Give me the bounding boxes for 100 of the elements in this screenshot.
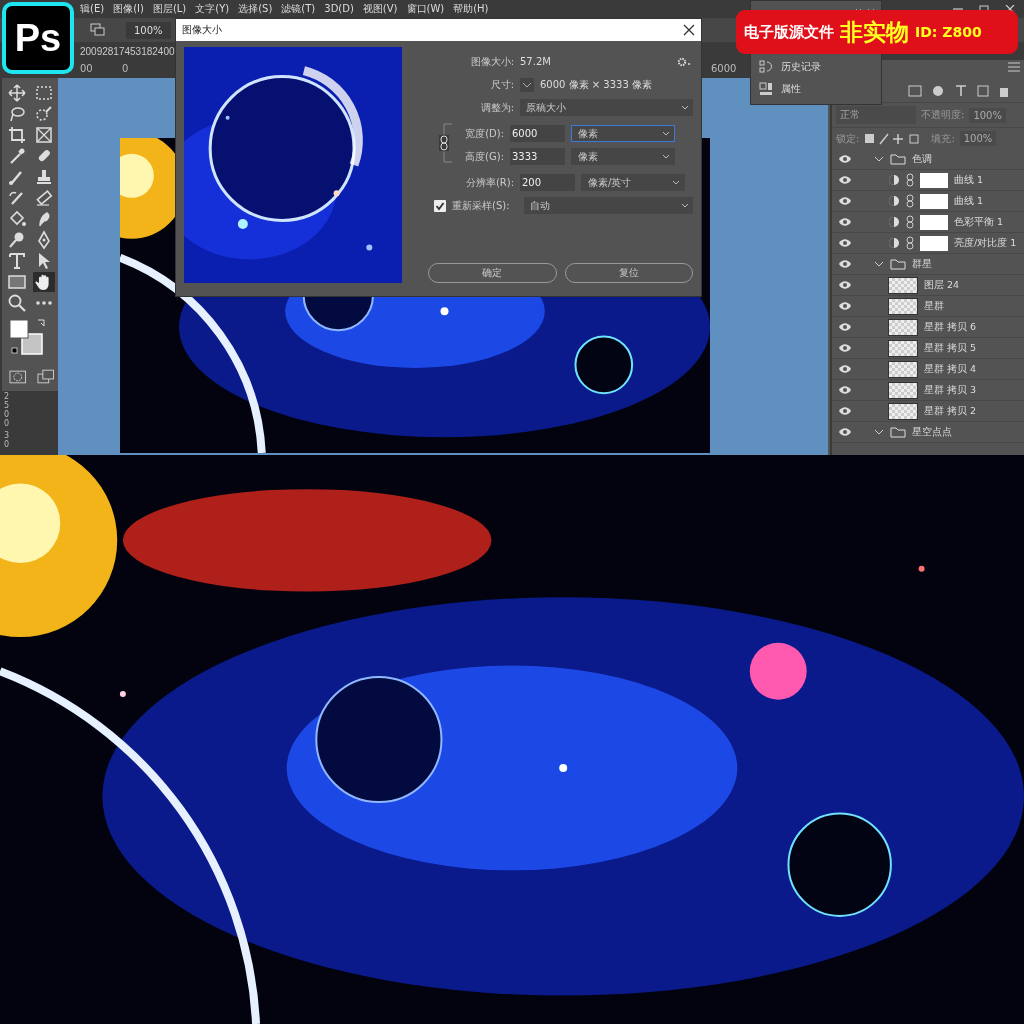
input-field[interactable]: 6000: [510, 125, 565, 142]
document-tab[interactable]: 20092817453182400: [80, 45, 175, 57]
layer-row[interactable]: 色彩平衡 1: [832, 212, 1024, 233]
eye-icon[interactable]: [838, 175, 852, 185]
menu-item[interactable]: 图像(I): [113, 3, 144, 15]
layer-row[interactable]: 星群 拷贝 6: [832, 317, 1024, 338]
menu-item[interactable]: 选择(S): [238, 3, 273, 15]
move-icon[interactable]: [6, 83, 28, 103]
layer-name: 群星: [912, 257, 932, 271]
blend-mode-dropdown[interactable]: 正常: [836, 106, 916, 124]
resample-dropdown[interactable]: 自动: [523, 197, 693, 214]
menu-item[interactable]: 视图(V): [362, 3, 398, 15]
folder-icon: [890, 153, 906, 165]
eye-icon[interactable]: [838, 322, 852, 332]
layer-name: 星群 拷贝 6: [924, 320, 977, 334]
checkbox[interactable]: [434, 199, 446, 212]
settings-icon[interactable]: [677, 56, 691, 67]
screen-mode-icon[interactable]: [36, 369, 54, 385]
layer-name: 星群: [924, 299, 944, 313]
half-circle-icon: [888, 237, 900, 249]
dialog-button[interactable]: 复位: [564, 263, 693, 283]
banner-highlight: 非实物: [840, 17, 909, 47]
eye-icon[interactable]: [838, 196, 852, 206]
layer-name: 星空点点: [912, 425, 952, 439]
eye-icon[interactable]: [838, 406, 852, 416]
layer-row[interactable]: 图层 24: [832, 275, 1024, 296]
quick-select-icon[interactable]: [33, 104, 55, 124]
close-icon[interactable]: [683, 24, 695, 36]
ruler-label: 00: [80, 63, 93, 74]
unit-dropdown[interactable]: 像素/英寸: [581, 174, 685, 191]
menu-item[interactable]: 帮助(H): [453, 3, 489, 15]
menu-item[interactable]: 窗口(W): [406, 3, 445, 15]
resample-label: 重新采样(S):: [452, 198, 510, 213]
link-icon[interactable]: [438, 121, 454, 165]
layer-thumbnail: [920, 172, 948, 188]
link-icon: [906, 215, 914, 229]
layer-row[interactable]: 群星: [832, 254, 1024, 275]
zoom-icon[interactable]: [6, 293, 28, 313]
dialog-button[interactable]: 确定: [428, 263, 557, 283]
eye-icon[interactable]: [838, 364, 852, 374]
zoom-field[interactable]: 100%: [126, 21, 171, 39]
type-tool-icon[interactable]: [6, 251, 28, 271]
frame-icon[interactable]: [33, 125, 55, 145]
eye-icon[interactable]: [838, 259, 852, 269]
windows-icon[interactable]: [90, 23, 106, 37]
input-field[interactable]: 200: [520, 174, 575, 191]
fit-to-dropdown[interactable]: 原稿大小: [520, 99, 693, 116]
chevron-icon[interactable]: [874, 155, 884, 163]
layer-thumbnail: [888, 381, 918, 399]
link-icon: [906, 194, 914, 208]
unit-dropdown[interactable]: 像素: [571, 125, 675, 142]
layer-row[interactable]: 星群 拷贝 5: [832, 338, 1024, 359]
layer-row[interactable]: 曲线 1: [832, 170, 1024, 191]
layer-row[interactable]: 亮度/对比度 1: [832, 233, 1024, 254]
panel-menu-item[interactable]: 属性: [751, 78, 881, 100]
hand-icon[interactable]: [33, 272, 55, 292]
layer-name: 星群 拷贝 2: [924, 404, 977, 418]
dropdown-icon[interactable]: [520, 77, 534, 92]
layer-row[interactable]: 星群 拷贝 2: [832, 401, 1024, 422]
eye-icon[interactable]: [838, 217, 852, 227]
marquee-icon[interactable]: [33, 83, 55, 103]
layer-name: 色调: [912, 152, 932, 166]
layer-row[interactable]: 曲线 1: [832, 191, 1024, 212]
layer-row[interactable]: 星群 拷贝 3: [832, 380, 1024, 401]
eye-icon[interactable]: [838, 343, 852, 353]
half-circle-icon: [888, 216, 900, 228]
banner-text: 电子版源文件: [744, 22, 834, 42]
opacity-field[interactable]: 100%: [969, 107, 1006, 123]
crop-icon[interactable]: [6, 125, 28, 145]
menu-item[interactable]: 文字(Y): [195, 3, 230, 15]
eye-icon[interactable]: [838, 301, 852, 311]
menu-item[interactable]: 辑(E): [80, 3, 105, 15]
layer-row[interactable]: 星群 拷贝 4: [832, 359, 1024, 380]
input-field[interactable]: 3333: [510, 148, 565, 165]
panel-menu-item[interactable]: 历史记录: [751, 56, 881, 78]
layer-row[interactable]: 星群: [832, 296, 1024, 317]
menu-item[interactable]: 滤镜(T): [281, 3, 316, 15]
eye-icon[interactable]: [838, 385, 852, 395]
eraser-icon[interactable]: [33, 188, 55, 208]
menu-item[interactable]: 图层(L): [152, 3, 187, 15]
eye-icon[interactable]: [838, 238, 852, 248]
chevron-icon: [681, 202, 689, 209]
menu-item[interactable]: 3D(D): [324, 3, 354, 15]
quick-mask-icon[interactable]: [9, 369, 27, 385]
layer-thumbnail: [888, 402, 918, 420]
minimize-icon[interactable]: [952, 5, 964, 13]
eye-icon[interactable]: [838, 427, 852, 437]
rectangle-icon[interactable]: [6, 272, 28, 292]
opacity-label: 不透明度:: [921, 108, 965, 122]
layer-row[interactable]: 星空点点: [832, 422, 1024, 443]
layer-name: 星群 拷贝 5: [924, 341, 977, 355]
link-icon: [906, 173, 914, 187]
chevron-icon[interactable]: [874, 260, 884, 268]
eye-icon[interactable]: [838, 280, 852, 290]
eye-icon[interactable]: [838, 154, 852, 164]
chevron-icon[interactable]: [874, 428, 884, 436]
chevron-icon: [662, 130, 670, 137]
layer-row[interactable]: 色调: [832, 149, 1024, 170]
fill-field[interactable]: 100%: [959, 131, 997, 146]
unit-dropdown[interactable]: 像素: [571, 148, 675, 165]
